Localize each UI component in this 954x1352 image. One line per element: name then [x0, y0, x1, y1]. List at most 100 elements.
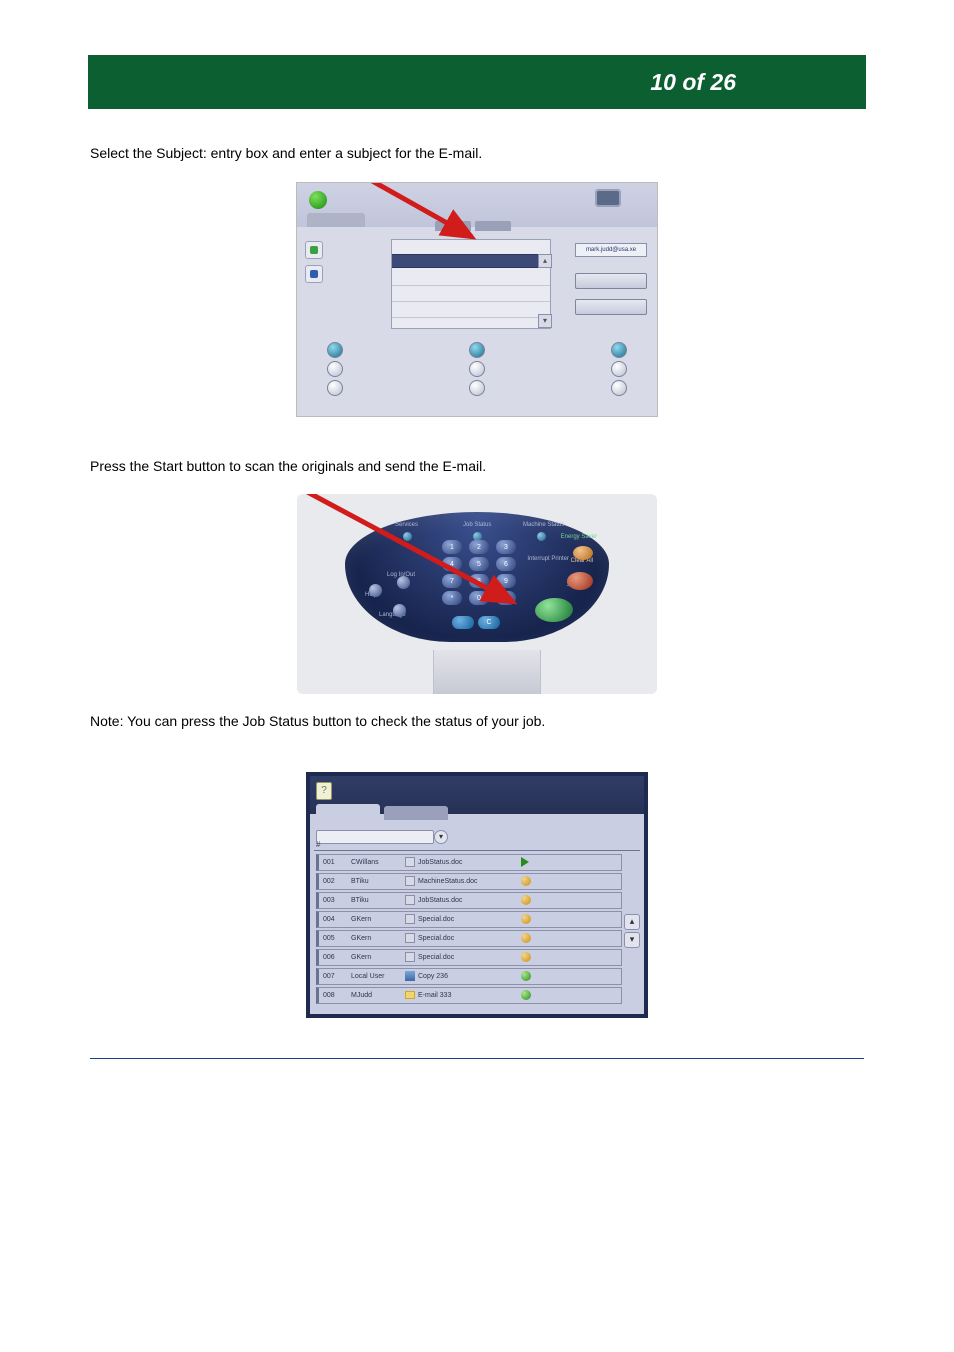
status-orb-icon	[309, 191, 327, 209]
fig1-side-button-1[interactable]	[575, 273, 647, 289]
job-status-icon	[521, 895, 531, 905]
option-radio[interactable]	[327, 342, 343, 358]
job-row[interactable]: 006GKern Special.doc	[316, 949, 622, 966]
option-radio[interactable]	[327, 361, 343, 377]
subject-entry-field[interactable]	[392, 254, 550, 268]
scroll-up-button[interactable]: ▴	[624, 914, 640, 930]
fig1-subtab-1[interactable]	[435, 221, 471, 231]
job-owner: CWillans	[351, 859, 405, 866]
page-footer	[90, 1058, 864, 1065]
job-row[interactable]: 003BTikuJobStatus.doc	[316, 892, 622, 909]
keypad-key[interactable]: 4	[442, 557, 462, 571]
scroll-down-button[interactable]: ▾	[538, 314, 552, 328]
job-row[interactable]: 002BTikuMachineStatus.doc	[316, 873, 622, 890]
clear-entry-button[interactable]: C	[478, 616, 500, 629]
option-radio[interactable]	[469, 361, 485, 377]
fig3-header-rule	[314, 850, 640, 851]
fig1-list-row	[392, 270, 550, 286]
numeric-keypad: 1 2 3 4 5 6 7 8 9 * 0 #	[442, 540, 520, 605]
doc-icon	[405, 952, 415, 962]
job-status-icon	[521, 857, 529, 867]
job-row[interactable]: 004GKernSpecial.doc	[316, 911, 622, 928]
job-status-icon	[521, 914, 531, 924]
doc-icon	[405, 895, 415, 905]
job-status-icon	[521, 990, 531, 1000]
keypad-key[interactable]: *	[442, 591, 462, 605]
fig1-left-column	[305, 241, 327, 307]
job-number: 006	[323, 954, 351, 961]
job-owner: BTiku	[351, 878, 405, 885]
job-row[interactable]: 008MJuddE-mail 333	[316, 987, 622, 1004]
keypad-key[interactable]: 1	[442, 540, 462, 554]
keypad-key[interactable]: 3	[496, 540, 516, 554]
keypad-key[interactable]: 8	[469, 574, 489, 588]
job-status-tab-active[interactable]	[316, 804, 380, 820]
option-radio[interactable]	[611, 361, 627, 377]
help-icon[interactable]: ?	[316, 782, 332, 800]
page-counter: 10 of 26	[650, 69, 736, 96]
label-energy-saver: Energy Saver	[561, 534, 597, 540]
scroll-up-button[interactable]: ▴	[538, 254, 552, 268]
job-filter-field[interactable]	[316, 830, 434, 844]
job-row[interactable]: 005GKernSpecial.doc	[316, 930, 622, 947]
dial-button[interactable]	[452, 616, 474, 629]
fig1-left-button-1[interactable]	[305, 241, 323, 259]
keypad-key[interactable]: 5	[469, 557, 489, 571]
fig1-recipient-list: ▴ ▾	[391, 239, 551, 329]
job-number: 004	[323, 916, 351, 923]
option-radio[interactable]	[469, 380, 485, 396]
job-status-block: ? ▾ # 001CWillansJobStatus.doc002BTikuMa…	[90, 772, 864, 1018]
label-interrupt: Interrupt Printer	[527, 556, 569, 562]
job-status-icon	[521, 971, 531, 981]
step-7-block: Select the Subject: entry box and enter …	[90, 144, 864, 417]
job-number: 001	[323, 859, 351, 866]
step-8-note: Note: You can press the Job Status butto…	[90, 712, 864, 732]
fig1-option-row	[307, 342, 647, 404]
job-name: JobStatus.doc	[418, 859, 498, 866]
fig1-list-row	[392, 286, 550, 302]
job-status-icon	[521, 952, 531, 962]
keypad-key[interactable]: 7	[442, 574, 462, 588]
job-name: Special.doc	[418, 954, 498, 961]
job-status-icon	[521, 933, 531, 943]
option-radio[interactable]	[469, 342, 485, 358]
job-list-scroll: ▴ ▾	[624, 914, 640, 948]
option-radio[interactable]	[327, 380, 343, 396]
job-status-tab-other[interactable]	[384, 806, 448, 820]
fig1-left-button-2[interactable]	[305, 265, 323, 283]
page-header-banner: 10 of 26	[88, 55, 866, 109]
doc-icon	[405, 914, 415, 924]
label-services: Services	[395, 522, 418, 528]
figure-subject-screen: ▴ ▾ mark.judd@usa.xe	[296, 182, 658, 417]
job-owner: GKern	[351, 935, 405, 942]
doc-icon	[405, 933, 415, 943]
doc-icon	[405, 876, 415, 886]
step-7-caption: Select the Subject: entry box and enter …	[90, 144, 864, 164]
step-8-block: Press the Start button to scan the origi…	[90, 457, 864, 732]
job-name: JobStatus.doc	[418, 897, 498, 904]
job-owner: GKern	[351, 954, 405, 961]
job-row[interactable]: 001CWillans JobStatus.doc	[316, 854, 622, 871]
step-8-caption: Press the Start button to scan the origi…	[90, 457, 864, 477]
option-radio[interactable]	[611, 342, 627, 358]
scroll-down-button[interactable]: ▾	[624, 932, 640, 948]
keypad-key[interactable]: 6	[496, 557, 516, 571]
job-name: MachineStatus.doc	[418, 878, 498, 885]
fig1-subtab-2[interactable]	[475, 221, 511, 231]
machine-status-led-icon	[537, 532, 546, 541]
job-number: 008	[323, 992, 351, 999]
app-icon	[595, 189, 621, 207]
copy-icon	[405, 971, 415, 981]
keypad-key[interactable]: 0	[469, 591, 489, 605]
job-filter-dropdown[interactable]: ▾	[434, 830, 448, 844]
keypad-key[interactable]: #	[496, 591, 516, 605]
panel-neck	[433, 650, 541, 694]
job-row[interactable]: 007Local UserCopy 236	[316, 968, 622, 985]
fig1-side-button-2[interactable]	[575, 299, 647, 315]
option-radio[interactable]	[611, 380, 627, 396]
keypad-key[interactable]: 2	[469, 540, 489, 554]
fig1-tab[interactable]	[307, 213, 365, 227]
keypad-key[interactable]: 9	[496, 574, 516, 588]
job-status-icon	[521, 876, 531, 886]
job-number: 007	[323, 973, 351, 980]
